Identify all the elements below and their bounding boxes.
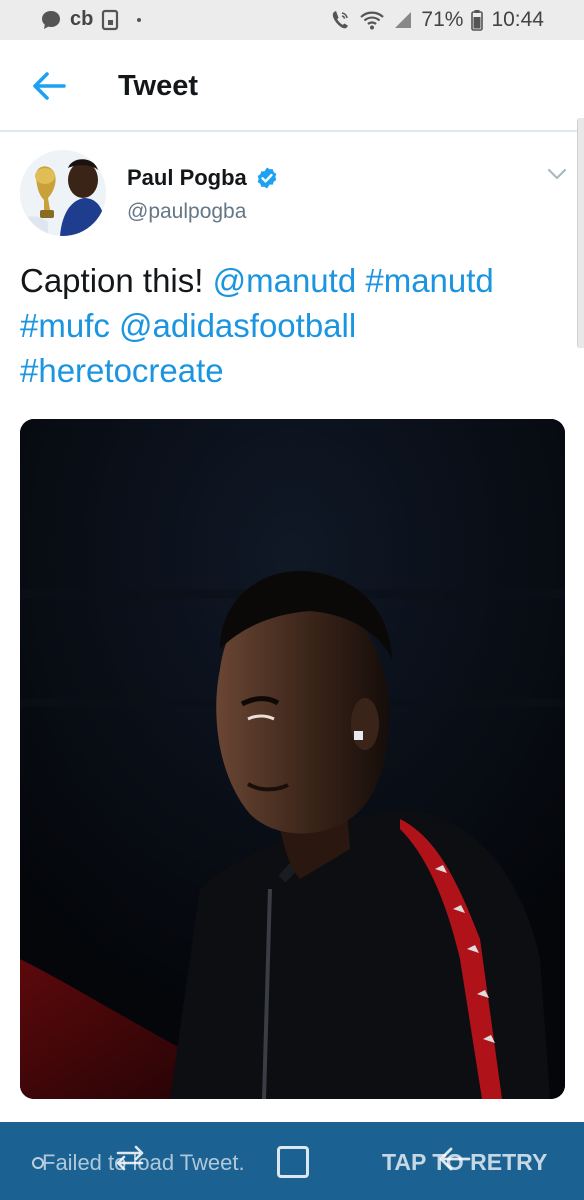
author-name-row: Paul Pogba xyxy=(127,165,279,191)
signal-icon xyxy=(395,12,412,28)
sim-icon xyxy=(102,9,119,30)
recent-apps-icon[interactable] xyxy=(112,1143,148,1173)
mention-link[interactable]: @manutd xyxy=(213,262,357,299)
home-button[interactable] xyxy=(277,1146,309,1178)
clock: 10:44 xyxy=(491,8,544,31)
author-handle[interactable]: @paulpogba xyxy=(127,200,246,224)
status-bar-right: 71% 10:44 xyxy=(329,8,544,32)
nav-back-icon[interactable] xyxy=(437,1145,473,1173)
text-space xyxy=(356,262,365,299)
status-dot-icon xyxy=(137,17,142,22)
wifi-icon xyxy=(360,11,385,30)
text-space xyxy=(110,307,119,344)
status-bar-left: cb xyxy=(40,8,142,31)
avatar[interactable] xyxy=(20,150,106,236)
avatar-image xyxy=(20,150,106,236)
chevron-down-icon[interactable] xyxy=(546,166,568,182)
tweet-text-plain: Caption this! xyxy=(20,262,213,299)
hashtag-link[interactable]: #manutd xyxy=(365,262,493,299)
carrier-label: cb xyxy=(70,8,94,30)
app-bar: Tweet xyxy=(0,40,584,132)
status-bar: cb 71% 10:44 xyxy=(0,0,584,40)
hashtag-link[interactable]: #heretocreate xyxy=(20,352,224,389)
author-name[interactable]: Paul Pogba xyxy=(127,165,247,191)
back-arrow-icon[interactable] xyxy=(30,68,70,104)
tweet-photo-image xyxy=(20,419,565,1099)
wifi-calling-icon xyxy=(333,11,349,29)
tweet-photo[interactable] xyxy=(20,419,565,1099)
tweet-text: Caption this! @manutd #manutd #mufc @adi… xyxy=(20,258,560,393)
scrollbar-thumb[interactable] xyxy=(577,118,584,348)
verified-badge-icon xyxy=(257,167,277,189)
mention-link[interactable]: @adidasfootball xyxy=(119,307,356,344)
battery-icon xyxy=(471,10,484,31)
hashtag-link[interactable]: #mufc xyxy=(20,307,110,344)
message-icon xyxy=(42,10,60,29)
battery-percent: 71% xyxy=(421,8,464,31)
page-title: Tweet xyxy=(118,70,199,102)
